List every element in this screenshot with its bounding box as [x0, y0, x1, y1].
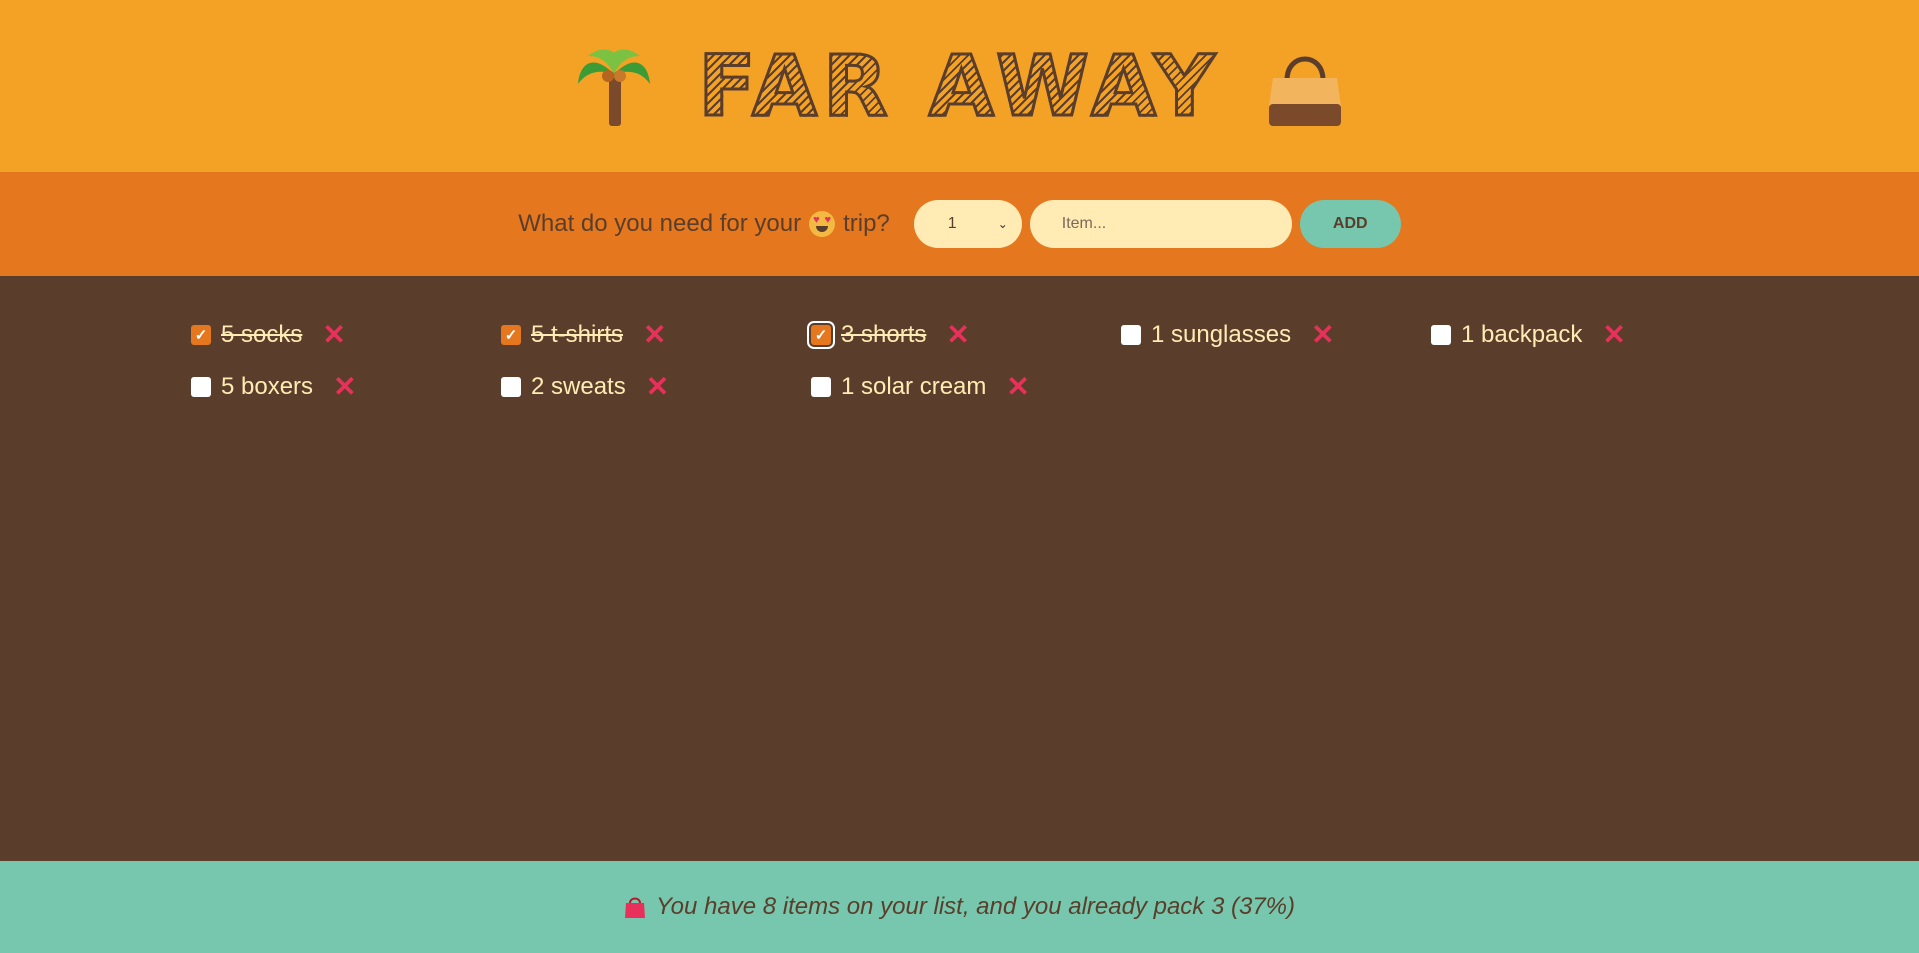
stats-text: You have 8 items on your list, and you a…	[655, 893, 1296, 920]
app-title: FAR AWAY	[697, 37, 1221, 135]
packed-checkbox[interactable]	[191, 325, 211, 345]
packed-checkbox[interactable]	[501, 377, 521, 397]
item-label: 5 t-shirts	[531, 321, 624, 348]
delete-icon[interactable]: ✕	[1311, 321, 1334, 349]
question-suffix: trip?	[843, 210, 890, 237]
delete-icon[interactable]: ✕	[322, 321, 345, 349]
form-question: What do you need for your trip?	[518, 210, 890, 238]
header: FAR AWAY	[0, 0, 1919, 172]
heart-eyes-face-icon	[809, 211, 836, 237]
item-label: 3 shorts	[841, 321, 927, 348]
packed-checkbox[interactable]	[811, 325, 831, 345]
packing-list-items: 5 socks✕5 t-shirts✕3 shorts✕1 sunglasses…	[191, 318, 1741, 404]
handbag-icon	[1268, 56, 1341, 126]
question-prefix: What do you need for your	[518, 210, 802, 237]
add-button[interactable]: ADD	[1299, 200, 1401, 248]
packing-list: 5 socks✕5 t-shirts✕3 shorts✕1 sunglasses…	[0, 276, 1919, 861]
item-label: 1 backpack	[1461, 321, 1583, 348]
list-item: 1 backpack ✕	[1431, 318, 1741, 352]
packed-checkbox[interactable]	[811, 377, 831, 397]
delete-icon[interactable]: ✕	[333, 373, 356, 401]
packed-checkbox[interactable]	[1431, 325, 1451, 345]
app: FAR AWAY What do you need for your trip?…	[0, 0, 1919, 953]
item-input[interactable]	[1029, 200, 1292, 248]
item-label: 2 sweats	[531, 373, 626, 400]
packed-checkbox[interactable]	[501, 325, 521, 345]
item-label: 5 socks	[221, 321, 303, 348]
quantity-value: 1	[947, 215, 957, 232]
add-item-form: What do you need for your trip? 1 ⌄ ADD	[0, 172, 1919, 276]
list-item: 2 sweats ✕	[501, 370, 811, 404]
list-item: 5 t-shirts ✕	[501, 318, 811, 352]
delete-icon[interactable]: ✕	[1602, 321, 1625, 349]
delete-icon[interactable]: ✕	[646, 373, 669, 401]
item-label: 1 sunglasses	[1151, 321, 1292, 348]
list-item: 5 socks ✕	[191, 318, 501, 352]
packed-checkbox[interactable]	[191, 377, 211, 397]
list-item: 1 solar cream ✕	[811, 370, 1121, 404]
quantity-select[interactable]: 1 ⌄	[913, 200, 1022, 248]
item-label: 5 boxers	[221, 373, 314, 400]
stats-footer: You have 8 items on your list, and you a…	[0, 861, 1919, 953]
packed-checkbox[interactable]	[1121, 325, 1141, 345]
list-item: 1 sunglasses ✕	[1121, 318, 1431, 352]
delete-icon[interactable]: ✕	[1006, 373, 1029, 401]
chevron-down-icon: ⌄	[997, 217, 1008, 231]
list-item: 5 boxers ✕	[191, 370, 501, 404]
item-label: 1 solar cream	[841, 373, 987, 400]
delete-icon[interactable]: ✕	[643, 321, 666, 349]
delete-icon[interactable]: ✕	[946, 321, 969, 349]
palm-tree-icon	[578, 49, 651, 126]
shopping-bag-icon	[624, 897, 645, 918]
list-item: 3 shorts ✕	[811, 318, 1121, 352]
